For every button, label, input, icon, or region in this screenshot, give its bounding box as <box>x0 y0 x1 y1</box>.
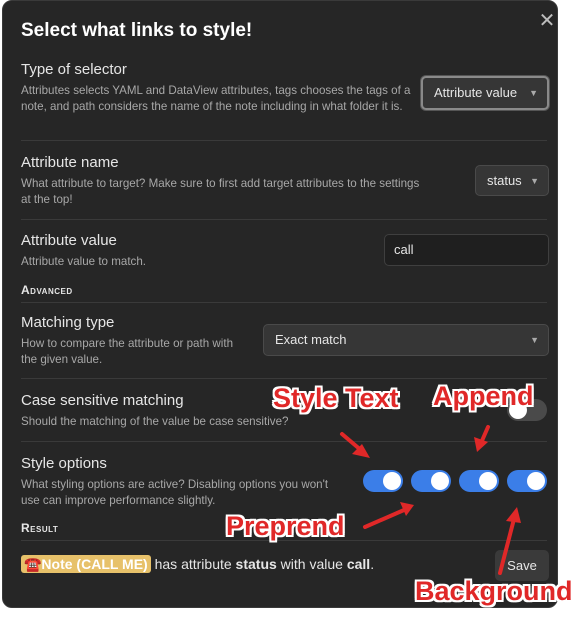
setting-description: Should the matching of the value be case… <box>21 415 289 428</box>
result-heading: Result <box>21 521 59 535</box>
dropdown-value: Attribute value <box>434 85 518 100</box>
result-value: call <box>346 556 371 572</box>
modal-title: Select what links to style! <box>21 20 253 41</box>
setting-name: Attribute name <box>21 154 119 171</box>
advanced-heading: Advanced <box>21 283 73 297</box>
annotation-append: Append <box>433 381 534 411</box>
result-text: with value <box>276 556 347 572</box>
prepend-toggle[interactable] <box>411 470 451 492</box>
dropdown-value: status <box>487 173 522 188</box>
toggle-knob <box>431 472 449 490</box>
annotation-style-text: Style Text <box>273 383 399 413</box>
divider <box>21 302 547 303</box>
matching-type-dropdown[interactable]: Exact match ▼ <box>263 324 549 356</box>
dropdown-value: Exact match <box>275 332 347 347</box>
setting-description: How to compare the attribute or path wit… <box>21 337 234 366</box>
attribute-name-dropdown[interactable]: status ▼ <box>475 165 549 196</box>
divider <box>21 441 547 442</box>
setting-description: What styling options are active? Disabli… <box>21 478 329 507</box>
annotation-prepend: Preprend <box>226 511 345 541</box>
style-text-toggle[interactable] <box>363 470 403 492</box>
result-text: has attribute <box>150 556 236 572</box>
styled-note-link[interactable]: ☎️Note (CALL ME) <box>21 555 151 573</box>
selector-type-dropdown[interactable]: Attribute value ▼ <box>421 76 549 110</box>
setting-attribute-name: Attribute name What attribute to target?… <box>21 154 547 207</box>
toggle-knob <box>479 472 497 490</box>
toggle-knob <box>383 472 401 490</box>
append-toggle[interactable] <box>459 470 499 492</box>
divider <box>21 140 547 141</box>
result-text: . <box>370 556 375 572</box>
toggle-knob <box>527 472 545 490</box>
background-toggle[interactable] <box>507 470 547 492</box>
result-preview: ☎️Note (CALL ME) has attribute status wi… <box>21 555 375 573</box>
chevron-down-icon: ▼ <box>530 335 539 345</box>
attribute-value-input[interactable]: call <box>384 234 549 266</box>
chevron-down-icon: ▼ <box>530 176 539 186</box>
setting-description: Attributes selects YAML and DataView att… <box>21 84 411 113</box>
divider <box>21 378 547 379</box>
setting-description: What attribute to target? Make sure to f… <box>21 177 420 206</box>
close-icon[interactable]: ✕ <box>535 9 559 33</box>
result-attribute: status <box>235 556 277 572</box>
annotation-background: Background <box>415 576 573 606</box>
chevron-down-icon: ▼ <box>529 88 538 98</box>
divider <box>21 219 547 220</box>
